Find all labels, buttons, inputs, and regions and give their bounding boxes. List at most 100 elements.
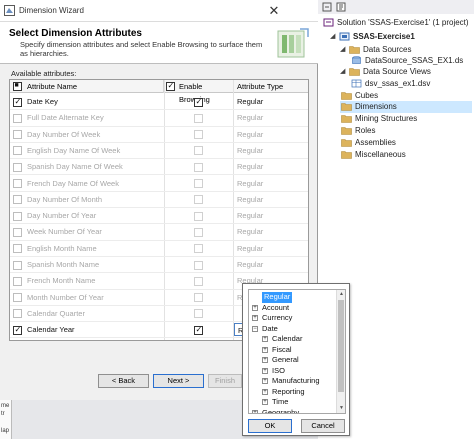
collapse-icon[interactable]: − <box>252 325 258 332</box>
table-row[interactable]: Week Number Of Year Regular <box>10 224 308 241</box>
back-button[interactable]: < Back <box>98 374 149 388</box>
list-item[interactable]: + Currency <box>252 313 333 324</box>
list-item[interactable]: + General <box>262 355 333 366</box>
tree-item[interactable]: Mining Structures <box>340 113 472 125</box>
enable-browsing-checkbox[interactable] <box>194 260 203 270</box>
list-item[interactable]: − Date <box>252 324 333 335</box>
tree-item[interactable]: Assemblies <box>340 137 472 149</box>
expand-icon[interactable]: + <box>262 388 268 395</box>
include-attribute-checkbox[interactable] <box>13 113 22 123</box>
enable-browsing-checkbox[interactable] <box>194 276 203 286</box>
enable-browsing-checkbox[interactable] <box>194 309 203 319</box>
table-row[interactable]: English Month Name Regular <box>10 241 308 257</box>
include-attribute-checkbox[interactable]: ✓ <box>13 325 22 335</box>
attribute-type[interactable]: Regular <box>237 244 263 253</box>
next-button[interactable]: Next > <box>153 374 204 388</box>
table-row[interactable]: Day Number Of Year Regular <box>10 208 308 225</box>
expand-icon[interactable]: + <box>262 346 268 353</box>
enable-browsing-checkbox[interactable] <box>194 113 203 123</box>
table-row[interactable]: Spanish Day Name Of Week Regular <box>10 159 308 176</box>
include-attribute-checkbox[interactable] <box>13 195 22 205</box>
include-attribute-checkbox[interactable] <box>13 227 22 237</box>
wizard-titlebar[interactable]: Dimension Wizard ✕ <box>0 0 318 22</box>
enable-browsing-checkbox[interactable] <box>194 293 203 303</box>
expand-icon[interactable]: + <box>262 357 268 363</box>
attribute-type[interactable]: Regular <box>237 195 263 204</box>
tree-item[interactable]: ◢ SSAS-Exercise1 <box>330 31 472 43</box>
attribute-type[interactable]: Regular <box>237 260 263 269</box>
expand-icon[interactable]: + <box>252 315 258 321</box>
scroll-up-icon[interactable]: ▲ <box>337 290 345 299</box>
column-header-attribute-type[interactable]: Attribute Type <box>234 80 308 93</box>
expand-arrow-icon[interactable]: ◢ <box>340 67 345 75</box>
tree-item[interactable]: dsv_ssas_ex1.dsv <box>350 78 472 90</box>
list-item[interactable]: + ISO <box>262 366 333 377</box>
table-row[interactable]: Day Number Of Month Regular <box>10 192 308 209</box>
expand-arrow-icon[interactable]: ◢ <box>340 45 345 53</box>
table-row[interactable]: Full Date Alternate Key Regular <box>10 110 308 127</box>
tree-item[interactable]: Roles <box>340 125 472 137</box>
enable-browsing-checkbox[interactable] <box>194 244 203 254</box>
include-attribute-checkbox[interactable] <box>13 162 22 172</box>
enable-browsing-checkbox[interactable] <box>194 130 203 140</box>
list-item[interactable]: + Calendar <box>262 334 333 345</box>
attribute-type-dropdown[interactable]: Regular + Account + Currency − Date + Calendar + F… <box>242 283 350 436</box>
tree-item[interactable]: Dimensions <box>340 101 472 113</box>
select-all-checkbox[interactable]: ■ <box>13 81 22 91</box>
table-row[interactable]: Day Number Of Week Regular <box>10 127 308 143</box>
list-item[interactable]: + Manufacturing <box>262 376 333 387</box>
expand-icon[interactable]: + <box>262 336 268 342</box>
tree-item[interactable]: Miscellaneous <box>340 149 472 161</box>
expand-arrow-icon[interactable]: ◢ <box>330 32 335 40</box>
enable-browsing-checkbox[interactable] <box>194 195 203 205</box>
list-item[interactable]: + Time <box>262 397 333 408</box>
enable-browsing-checkbox[interactable]: ✓ <box>194 97 203 107</box>
tree-item[interactable]: ◢ Data Source Views <box>340 66 472 78</box>
expand-icon[interactable]: + <box>262 378 268 384</box>
attribute-type[interactable]: Regular <box>237 227 263 236</box>
enable-browsing-checkbox[interactable] <box>194 162 203 172</box>
attribute-type[interactable]: Regular <box>237 97 263 106</box>
table-row[interactable]: French Day Name Of Week Regular <box>10 176 308 192</box>
enable-browsing-checkbox[interactable] <box>194 179 203 188</box>
scroll-down-icon[interactable]: ▼ <box>337 404 345 413</box>
include-attribute-checkbox[interactable] <box>13 309 22 319</box>
list-item[interactable]: Regular <box>252 292 333 303</box>
attribute-type-tree[interactable]: Regular + Account + Currency − Date + Calendar + F… <box>248 289 346 414</box>
scroll-thumb[interactable] <box>338 300 344 392</box>
table-row[interactable]: Spanish Month Name Regular <box>10 257 308 274</box>
enable-browsing-all-checkbox[interactable]: ✓ <box>166 81 175 91</box>
attribute-type[interactable]: Regular <box>237 113 263 122</box>
list-item[interactable]: + Fiscal <box>262 345 333 356</box>
close-icon[interactable]: ✕ <box>262 1 286 20</box>
include-attribute-checkbox[interactable] <box>13 130 22 140</box>
column-header-attribute-name[interactable]: Attribute Name <box>24 80 164 93</box>
include-attribute-checkbox[interactable] <box>13 293 22 303</box>
include-attribute-checkbox[interactable] <box>13 211 22 221</box>
expand-icon[interactable]: + <box>252 304 258 311</box>
enable-browsing-checkbox[interactable] <box>194 211 203 221</box>
attribute-type[interactable]: Regular <box>237 179 263 188</box>
expand-icon[interactable]: + <box>262 367 268 374</box>
expand-icon[interactable]: + <box>252 409 258 413</box>
attribute-type[interactable]: Regular <box>237 162 263 171</box>
list-item[interactable]: + Reporting <box>262 387 333 398</box>
list-item[interactable]: + Geography <box>252 408 333 413</box>
include-attribute-checkbox[interactable] <box>13 179 22 188</box>
include-attribute-checkbox[interactable] <box>13 146 22 156</box>
include-attribute-checkbox[interactable] <box>13 244 22 254</box>
attribute-type[interactable]: Regular <box>237 211 263 220</box>
include-attribute-checkbox[interactable]: ✓ <box>13 97 22 107</box>
properties-icon[interactable] <box>336 2 346 12</box>
popup-ok-button[interactable]: OK <box>248 419 292 433</box>
list-item[interactable]: + Account <box>252 303 333 314</box>
table-row[interactable]: ✓ Date Key ✓ Regular <box>10 94 308 111</box>
tree-item[interactable]: Solution 'SSAS-Exercise1' (1 project) <box>322 17 472 29</box>
sync-icon[interactable] <box>322 2 332 12</box>
include-attribute-checkbox[interactable] <box>13 260 22 270</box>
enable-browsing-checkbox[interactable]: ✓ <box>194 325 203 335</box>
table-row[interactable]: English Day Name Of Week Regular <box>10 143 308 160</box>
enable-browsing-checkbox[interactable] <box>194 227 203 237</box>
popup-cancel-button[interactable]: Cancel <box>301 419 345 433</box>
expand-icon[interactable]: + <box>262 399 268 405</box>
